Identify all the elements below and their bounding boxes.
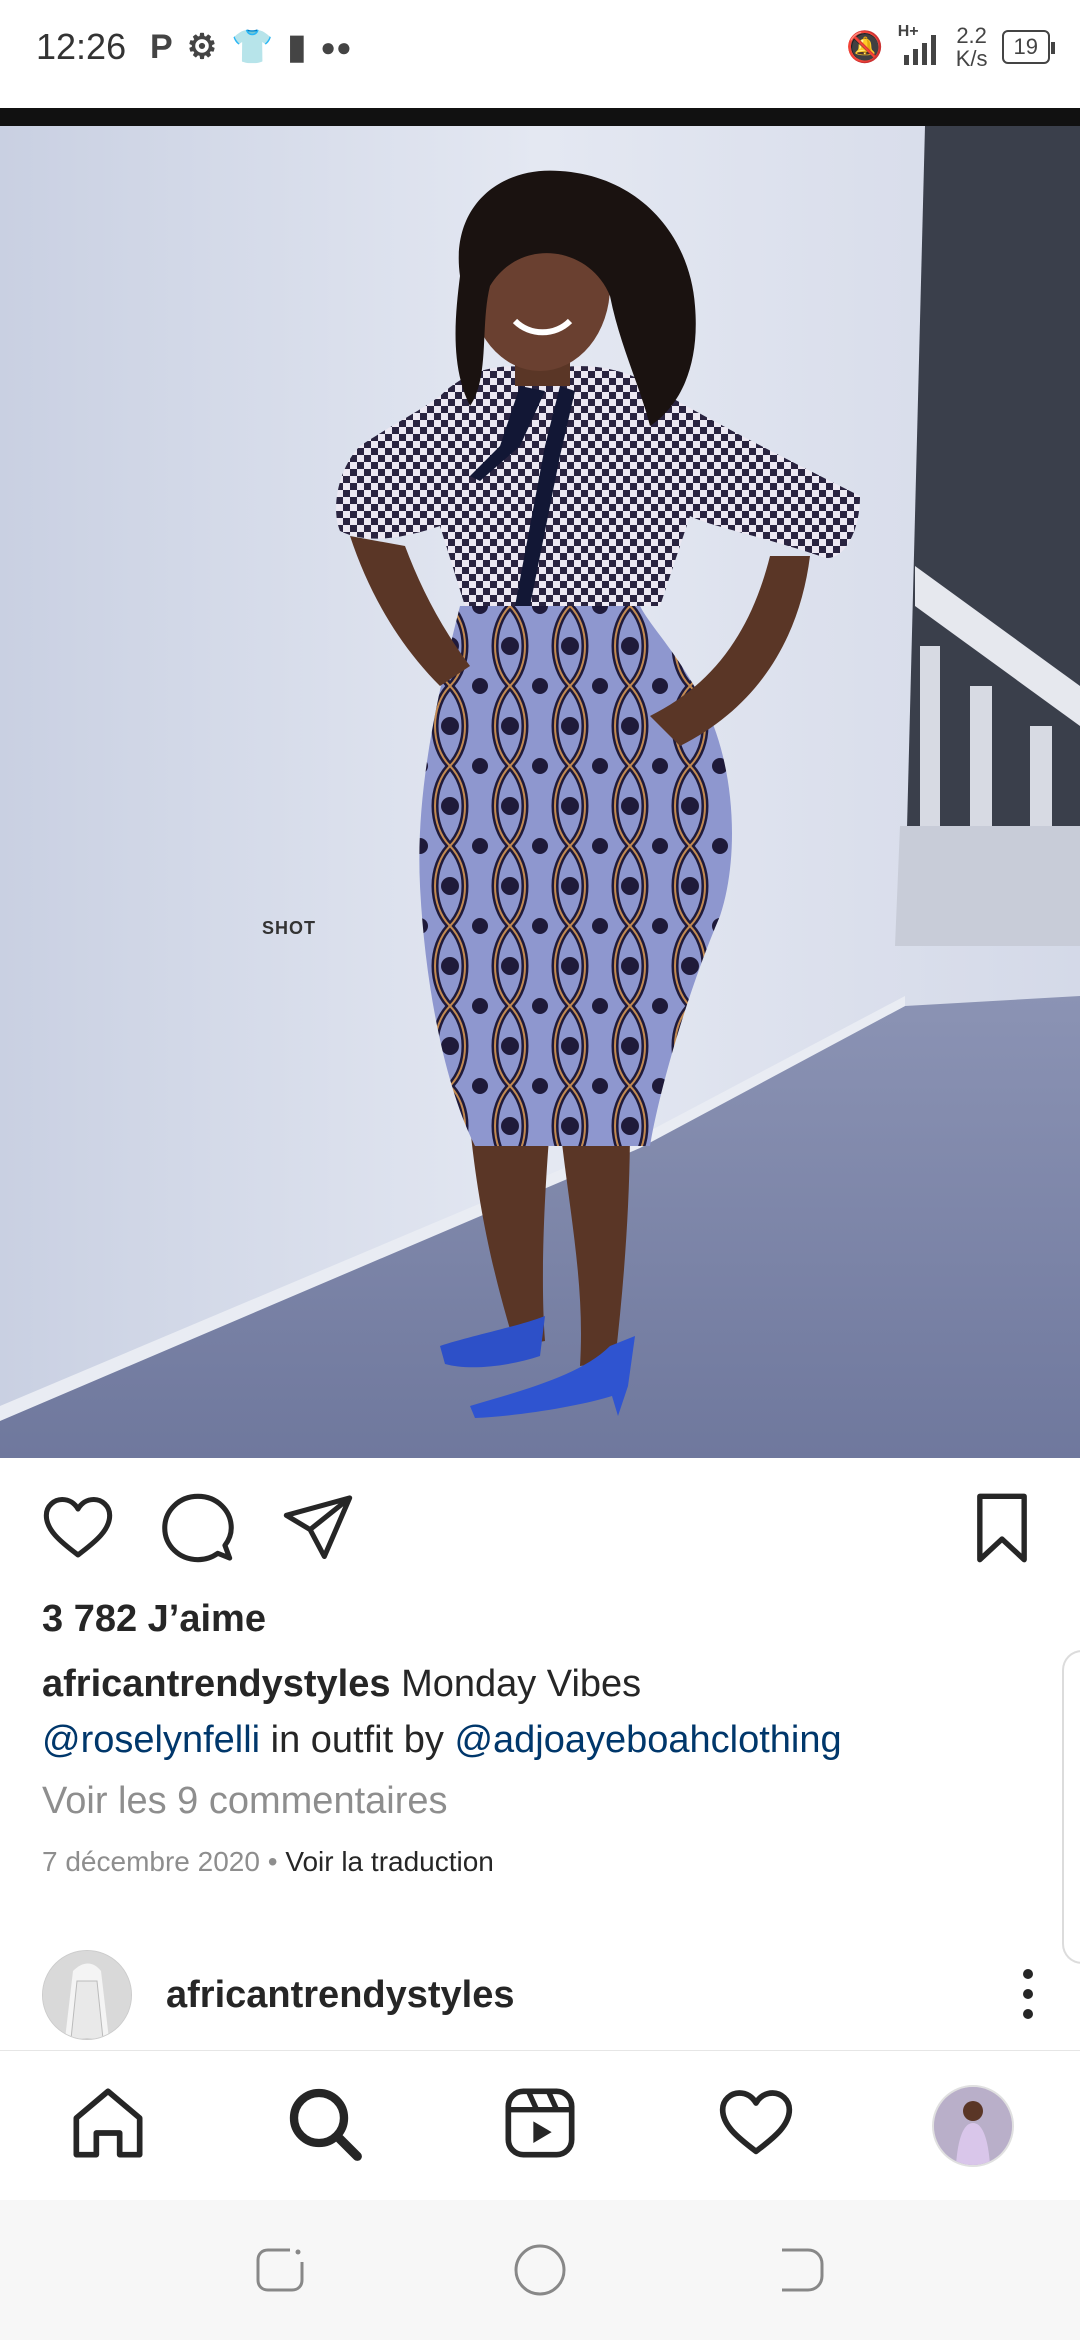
caption-username[interactable]: africantrendystyles [42, 1663, 391, 1705]
more-options-button[interactable] [1016, 1966, 1040, 2022]
recents-icon [256, 2248, 304, 2292]
shirt-icon: 👕 [231, 28, 274, 66]
next-post-header: africantrendystyles [0, 1946, 1080, 2046]
mention-link[interactable]: @adjoayeboahclothing [454, 1719, 841, 1761]
system-navigation-bar [0, 2200, 1080, 2340]
bottom-navigation [0, 2050, 1080, 2201]
nav-reels[interactable] [500, 2083, 580, 2163]
mute-icon: 🔕 [846, 30, 884, 64]
post-date: 7 décembre 2020 [42, 1846, 260, 1877]
network-speed: 2.2 K/s [955, 23, 988, 71]
more-notifications-icon: ●● [320, 31, 352, 62]
send-icon [283, 1495, 353, 1560]
top-divider [0, 108, 1080, 126]
share-button[interactable] [280, 1490, 356, 1566]
app-icon: ▮ [287, 28, 307, 66]
status-notification-icons: P ⚙ 👕 ▮ ●● [150, 22, 352, 72]
status-bar: 12:26 P ⚙ 👕 ▮ ●● 🔕 H+ 2.2 K/s 19 [0, 0, 1080, 108]
view-comments-link[interactable]: Voir les 9 commentaires [42, 1780, 448, 1823]
back-icon [782, 2248, 824, 2292]
comment-icon [162, 1493, 234, 1563]
signal-icon: H+ [898, 23, 942, 67]
comment-button[interactable] [160, 1490, 236, 1566]
more-vertical-icon [1023, 1969, 1033, 2019]
post-photo[interactable]: SHOT [0, 126, 1080, 1458]
home-icon [73, 2088, 143, 2158]
post-username[interactable]: africantrendystyles [166, 1974, 515, 2017]
caption-middle-text: in outfit by [270, 1719, 444, 1761]
parking-icon: P [150, 27, 173, 66]
translate-link[interactable]: Voir la traduction [285, 1846, 494, 1877]
heart-icon [43, 1496, 113, 1558]
reels-icon [505, 2088, 575, 2158]
back-button[interactable] [770, 2240, 830, 2300]
nav-search[interactable] [284, 2083, 364, 2163]
post-actions [0, 1490, 1080, 1570]
post-meta: 7 décembre 2020 • Voir la traduction [42, 1846, 494, 1878]
nav-activity[interactable] [716, 2083, 796, 2163]
bookmark-icon [977, 1493, 1027, 1563]
home-button[interactable] [510, 2240, 570, 2300]
battery-indicator: 19 [1001, 30, 1056, 64]
caption-text: Monday Vibes [401, 1663, 642, 1705]
post-caption: africantrendystyles Monday Vibes @rosely… [42, 1656, 1042, 1768]
mention-link[interactable]: @roselynfelli [42, 1719, 260, 1761]
heart-icon [719, 2090, 793, 2155]
settings-icon: ⚙ [186, 28, 218, 66]
avatar[interactable] [42, 1950, 132, 2040]
status-right: 🔕 H+ 2.2 K/s 19 [846, 22, 1056, 72]
meta-separator: • [267, 1846, 278, 1877]
status-time: 12:26 [36, 26, 127, 67]
search-icon [289, 2088, 362, 2161]
nav-home[interactable] [68, 2083, 148, 2163]
like-button[interactable] [40, 1490, 116, 1566]
photo-watermark: SHOT [262, 918, 317, 938]
circle-home-icon [514, 2244, 566, 2296]
nav-profile-avatar[interactable] [932, 2085, 1014, 2167]
save-button[interactable] [964, 1490, 1040, 1566]
edge-panel-handle[interactable] [1062, 1650, 1080, 1964]
like-count[interactable]: 3 782 J’aime [42, 1598, 266, 1641]
recent-apps-button[interactable] [250, 2240, 310, 2300]
